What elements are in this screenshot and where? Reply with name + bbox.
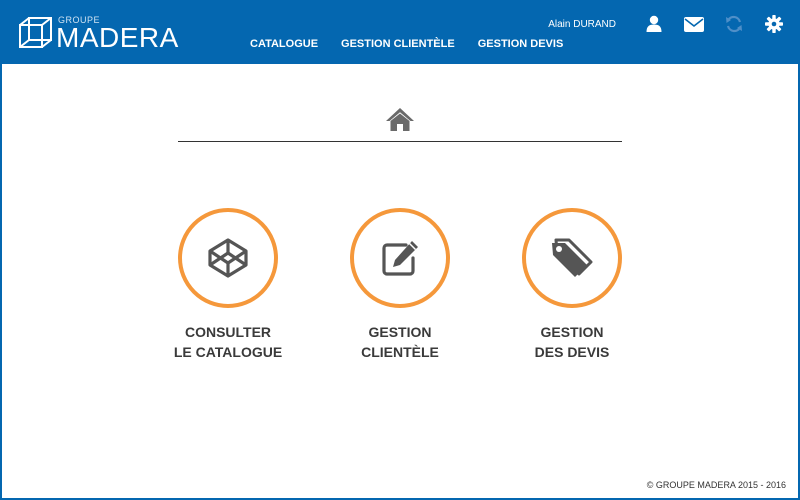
brand-logo[interactable]: GROUPE MADERA — [18, 14, 188, 54]
home-icon[interactable] — [384, 106, 416, 134]
settings-icon[interactable] — [764, 14, 784, 34]
tile-label: GESTION CLIENTÈLE — [361, 324, 439, 360]
user-icon[interactable] — [644, 14, 664, 34]
edit-icon — [382, 241, 418, 276]
tile-circle[interactable] — [522, 208, 622, 308]
mail-icon[interactable] — [684, 14, 704, 34]
main-nav: CATALOGUE GESTION CLIENTÈLE GESTION DEVI… — [250, 38, 586, 50]
user-area: Alain DURAND — [548, 14, 784, 34]
refresh-icon[interactable] — [724, 14, 744, 34]
top-bar: GROUPE MADERA CATALOGUE GESTION CLIENTÈL… — [0, 0, 800, 64]
codepen-cube-icon — [208, 238, 248, 278]
footer-copyright: © GROUPE MADERA 2015 - 2016 — [646, 480, 786, 490]
tile-circle[interactable] — [350, 208, 450, 308]
brand-name: MADERA — [56, 22, 179, 53]
home-divider — [178, 141, 622, 142]
tile-label: GESTION DES DEVIS — [534, 324, 610, 360]
wireframe-cube-icon — [19, 17, 52, 48]
tile-consulter-catalogue[interactable]: CONSULTER LE CATALOGUE — [148, 208, 308, 362]
nav-gestion-clientele[interactable]: GESTION CLIENTÈLE — [341, 38, 455, 50]
nav-catalogue[interactable]: CATALOGUE — [250, 38, 318, 50]
user-name: Alain DURAND — [548, 18, 616, 30]
tags-icon — [552, 238, 593, 277]
tile-gestion-devis[interactable]: GESTION DES DEVIS — [492, 208, 652, 362]
tile-label: CONSULTER LE CATALOGUE — [173, 324, 283, 360]
tile-circle[interactable] — [178, 208, 278, 308]
nav-gestion-devis[interactable]: GESTION DEVIS — [478, 38, 564, 50]
tile-gestion-clientele[interactable]: GESTION CLIENTÈLE — [320, 208, 480, 362]
